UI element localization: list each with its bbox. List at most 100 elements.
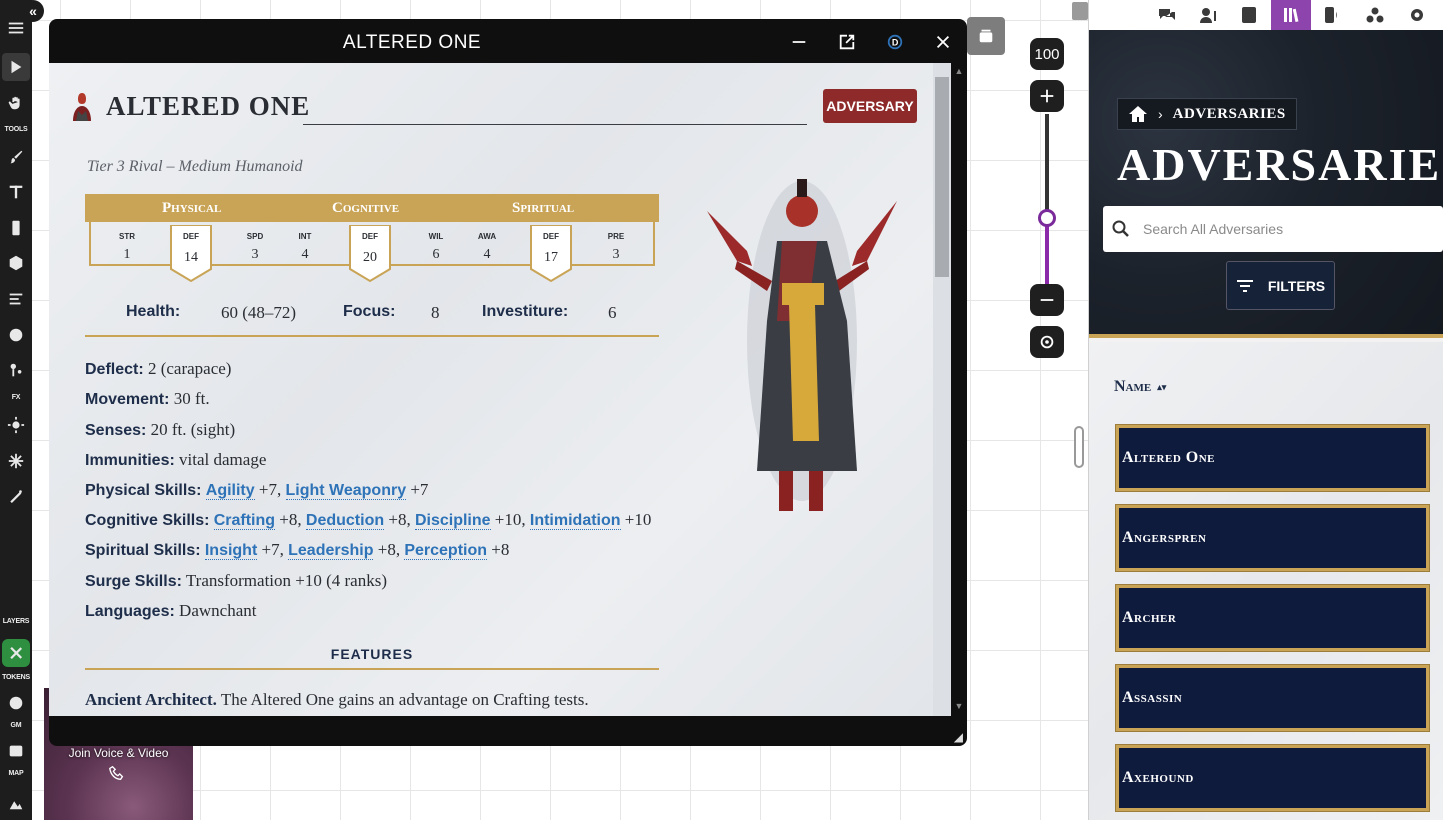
stat-value: 14 (184, 250, 198, 265)
skill-bonus: +7 (406, 480, 429, 499)
features-heading: FEATURES (330, 646, 414, 662)
search-input[interactable] (1143, 221, 1423, 237)
sheet-scrollbar[interactable]: ▲ ▼ (933, 63, 967, 716)
skill-link-intimidation[interactable]: Intimidation (529, 512, 621, 530)
select-tool-icon[interactable] (2, 53, 30, 81)
text-tool-icon[interactable] (2, 178, 30, 206)
physical-skills-label: Physical Skills: (85, 482, 202, 499)
settings-tab-icon[interactable] (1397, 0, 1437, 30)
brush-icon[interactable] (2, 143, 30, 171)
lighting-icon[interactable] (2, 356, 30, 384)
spiritual-defense-shield: DEF 17 (529, 225, 573, 283)
magic-wand-icon[interactable] (2, 483, 30, 511)
filters-label: FILTERS (1267, 277, 1326, 294)
senses-label: Senses: (85, 422, 147, 439)
surge-skills-value: Transformation +10 (4 ranks) (181, 571, 387, 590)
stat-str: STR 1 (107, 232, 147, 263)
minimize-icon[interactable] (788, 31, 810, 53)
adversary-avatar-icon (73, 93, 91, 121)
list-item[interactable]: Angerspren (1115, 504, 1430, 572)
zoom-out-button[interactable] (1030, 284, 1064, 316)
notes-icon[interactable] (2, 285, 30, 313)
skill-link-perception[interactable]: Perception (404, 542, 488, 560)
breadcrumb-adversaries[interactable]: ADVERSARIES (1173, 106, 1286, 123)
stat-value: 3 (612, 247, 620, 262)
tokens-label: TOKENS (2, 674, 30, 681)
join-voice-video-label[interactable]: Join Voice & Video (44, 746, 193, 760)
search-box[interactable] (1103, 206, 1443, 252)
resize-grip-icon[interactable]: ◢ (954, 730, 963, 744)
scrollbar-thumb[interactable] (935, 77, 949, 277)
journal-tab-icon[interactable] (1229, 0, 1269, 30)
background-layer-icon[interactable] (2, 789, 30, 817)
skill-link-deduction[interactable]: Deduction (305, 512, 385, 530)
popout-icon[interactable] (836, 31, 858, 53)
skill-link-agility[interactable]: Agility (205, 482, 255, 500)
stat-value: 4 (483, 247, 491, 262)
list-item-label: Assassin (1122, 689, 1183, 706)
chat-tab-icon[interactable] (1147, 0, 1187, 30)
ruler-icon[interactable] (2, 214, 30, 242)
dice-icon[interactable] (2, 249, 30, 277)
sun-icon[interactable] (2, 411, 30, 439)
recenter-button[interactable] (1030, 326, 1064, 358)
list-item[interactable]: Archer (1115, 584, 1430, 652)
immunities-row: Immunities: vital damage (85, 450, 266, 470)
skill-link-light-weaponry[interactable]: Light Weaponry (285, 482, 407, 500)
list-item[interactable]: Axehound (1115, 744, 1430, 812)
adversary-badge[interactable]: ADVERSARY (823, 89, 917, 123)
window-titlebar[interactable]: ALTERED ONE D (49, 19, 967, 63)
scroll-down-icon[interactable]: ▼ (951, 701, 967, 713)
compendium-header: › ADVERSARIES ADVERSARIES FILTERS (1089, 30, 1443, 338)
sort-by-name[interactable]: Name ▴▾ (1114, 378, 1166, 396)
dndbeyond-icon[interactable]: D (884, 31, 906, 53)
immunities-value: vital damage (174, 450, 267, 469)
title-rule (303, 124, 807, 125)
stat-value: 3 (251, 247, 259, 262)
fog-icon[interactable] (2, 321, 30, 349)
health-value: 60 (48–72) (221, 303, 297, 322)
home-icon[interactable] (1128, 105, 1148, 123)
skill-bonus: +8, (275, 510, 306, 529)
character-tab-icon[interactable] (1189, 0, 1229, 30)
zoom-level[interactable]: 100 (1030, 38, 1064, 70)
tools-label: TOOLS (4, 126, 28, 133)
jukebox-tab-icon[interactable] (1311, 0, 1351, 30)
zoom-in-button[interactable] (1030, 80, 1064, 112)
skill-link-discipline[interactable]: Discipline (414, 512, 491, 530)
filters-button[interactable]: FILTERS (1226, 261, 1335, 310)
collection-tab-icon[interactable] (1355, 0, 1395, 30)
surge-skills-row: Surge Skills: Transformation +10 (4 rank… (85, 571, 387, 591)
sidebar-toggle-icon[interactable] (1072, 2, 1088, 20)
stat-wil: WIL 6 (416, 232, 456, 263)
adversary-sheet-window: ALTERED ONE D ALTERED ONE ADVERSARY Tier… (49, 19, 967, 746)
immunities-label: Immunities: (85, 452, 175, 469)
sidebar-resize-handle[interactable] (1074, 426, 1084, 468)
gm-layer-icon[interactable] (2, 689, 30, 717)
stat-label: SPD (246, 232, 264, 241)
pan-hand-icon[interactable] (2, 89, 30, 117)
cognitive-skills-row: Cognitive Skills: Crafting +8, Deduction… (85, 510, 651, 530)
snowflake-icon[interactable] (2, 447, 30, 475)
list-item[interactable]: Assassin (1115, 664, 1430, 732)
collapse-toolbar-button[interactable]: « (22, 0, 44, 22)
zoom-slider-knob[interactable] (1038, 209, 1056, 227)
skill-bonus: +7, (257, 540, 289, 559)
skill-link-leadership[interactable]: Leadership (288, 542, 374, 560)
list-item[interactable]: Altered One (1115, 424, 1430, 492)
compendium-tab-icon[interactable] (1271, 0, 1311, 30)
phone-icon[interactable] (108, 764, 126, 782)
skill-link-crafting[interactable]: Crafting (213, 512, 276, 530)
skill-link-insight[interactable]: Insight (204, 542, 258, 560)
tokens-layer-icon[interactable] (2, 639, 30, 667)
stat-label: DEF (362, 232, 378, 241)
scroll-up-icon[interactable]: ▲ (951, 66, 967, 78)
physical-heading: Physical (162, 200, 222, 216)
physical-defense-shield: DEF 14 (169, 225, 213, 283)
senses-value: 20 ft. (sight) (146, 420, 236, 439)
breadcrumb: › ADVERSARIES (1117, 98, 1297, 130)
map-layer-icon[interactable] (2, 737, 30, 765)
minimized-panel-button[interactable] (967, 17, 1005, 55)
list-item-label: Altered One (1122, 449, 1216, 466)
close-icon[interactable] (932, 31, 954, 53)
